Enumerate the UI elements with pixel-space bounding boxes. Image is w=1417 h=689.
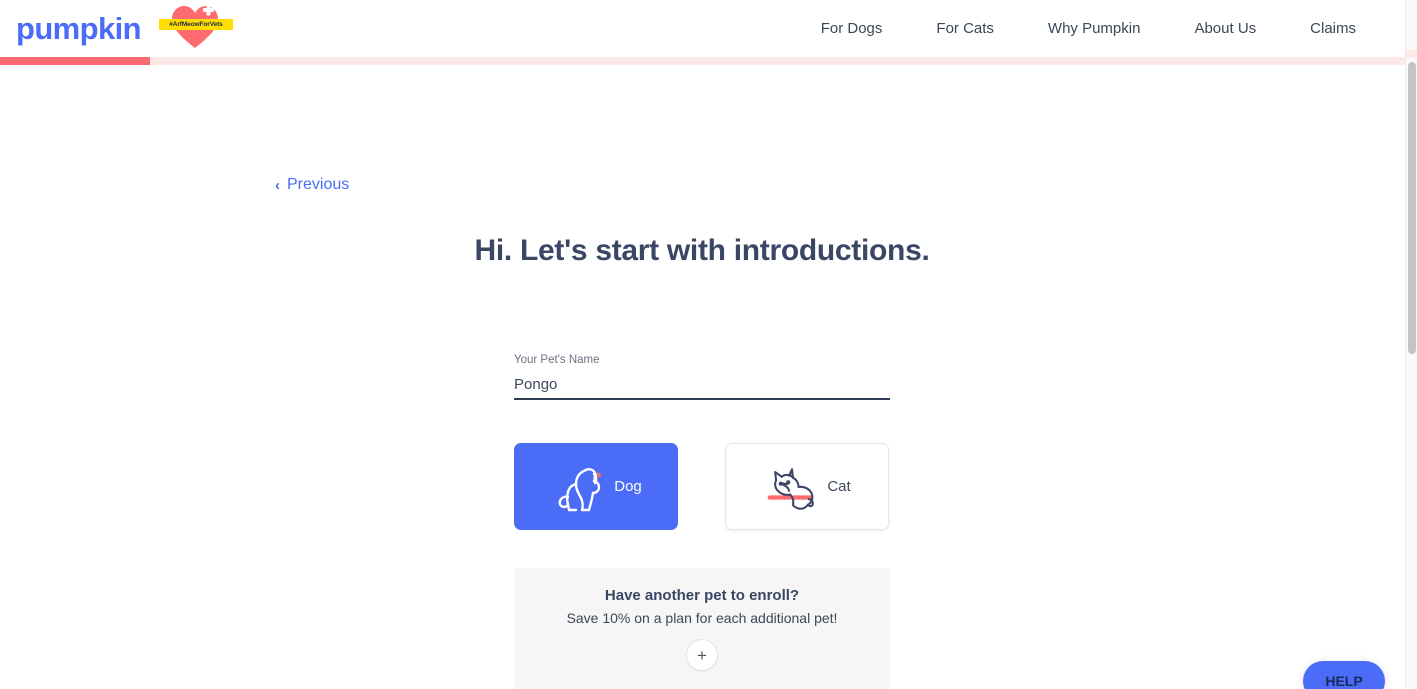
chevron-left-icon: ‹ xyxy=(275,176,280,194)
nav-item-about-us[interactable]: About Us xyxy=(1167,20,1283,37)
pet-type-card-dog[interactable]: Dog xyxy=(514,443,678,530)
vet-badge: #ArfMeowForVets xyxy=(158,3,233,55)
progress-bar-fill xyxy=(0,57,150,65)
pumpkin-logo[interactable]: pumpkin xyxy=(16,13,142,44)
nav-item-for-cats[interactable]: For Cats xyxy=(909,20,1021,37)
another-pet-subtitle: Save 10% on a plan for each additional p… xyxy=(566,610,838,626)
page-root: pumpkin #ArfMeowForVets For Dogs For Cat… xyxy=(0,0,1417,689)
main-content: ‹ Previous Hi. Let's start with introduc… xyxy=(0,65,1405,689)
pet-type-card-cat[interactable]: Cat xyxy=(725,443,889,530)
site-header: pumpkin #ArfMeowForVets For Dogs For Cat… xyxy=(0,0,1405,57)
cat-icon xyxy=(763,457,821,517)
pet-type-label-dog: Dog xyxy=(614,478,642,495)
vet-badge-text: #ArfMeowForVets xyxy=(158,18,233,30)
scrollbar-thumb[interactable] xyxy=(1408,62,1416,354)
pet-type-label-cat: Cat xyxy=(827,478,851,495)
progress-bar xyxy=(0,57,1405,65)
another-pet-title: Have another pet to enroll? xyxy=(604,587,800,604)
add-pet-button[interactable]: + xyxy=(686,639,718,671)
pet-name-label: Your Pet's Name xyxy=(514,354,600,366)
pet-type-selector: Dog Cat xyxy=(514,443,889,530)
dog-icon xyxy=(550,457,608,517)
pet-name-input[interactable] xyxy=(514,374,890,400)
another-pet-panel: Have another pet to enroll? Save 10% on … xyxy=(514,568,890,689)
pet-name-field-group: Your Pet's Name xyxy=(514,353,890,400)
previous-link[interactable]: ‹ Previous xyxy=(275,176,349,194)
nav-item-for-dogs[interactable]: For Dogs xyxy=(794,20,910,37)
main-navigation: For Dogs For Cats Why Pumpkin About Us C… xyxy=(794,20,1405,37)
help-button[interactable]: HELP xyxy=(1303,661,1385,689)
page-title: Hi. Let's start with introductions. xyxy=(474,234,930,267)
page-scrollbar[interactable] xyxy=(1405,0,1417,689)
nav-item-why-pumpkin[interactable]: Why Pumpkin xyxy=(1021,20,1168,37)
nav-item-claims[interactable]: Claims xyxy=(1283,20,1383,37)
previous-label: Previous xyxy=(287,176,350,193)
scrollbar-top-tint xyxy=(1405,50,1417,58)
brand-area: pumpkin #ArfMeowForVets xyxy=(16,3,233,55)
